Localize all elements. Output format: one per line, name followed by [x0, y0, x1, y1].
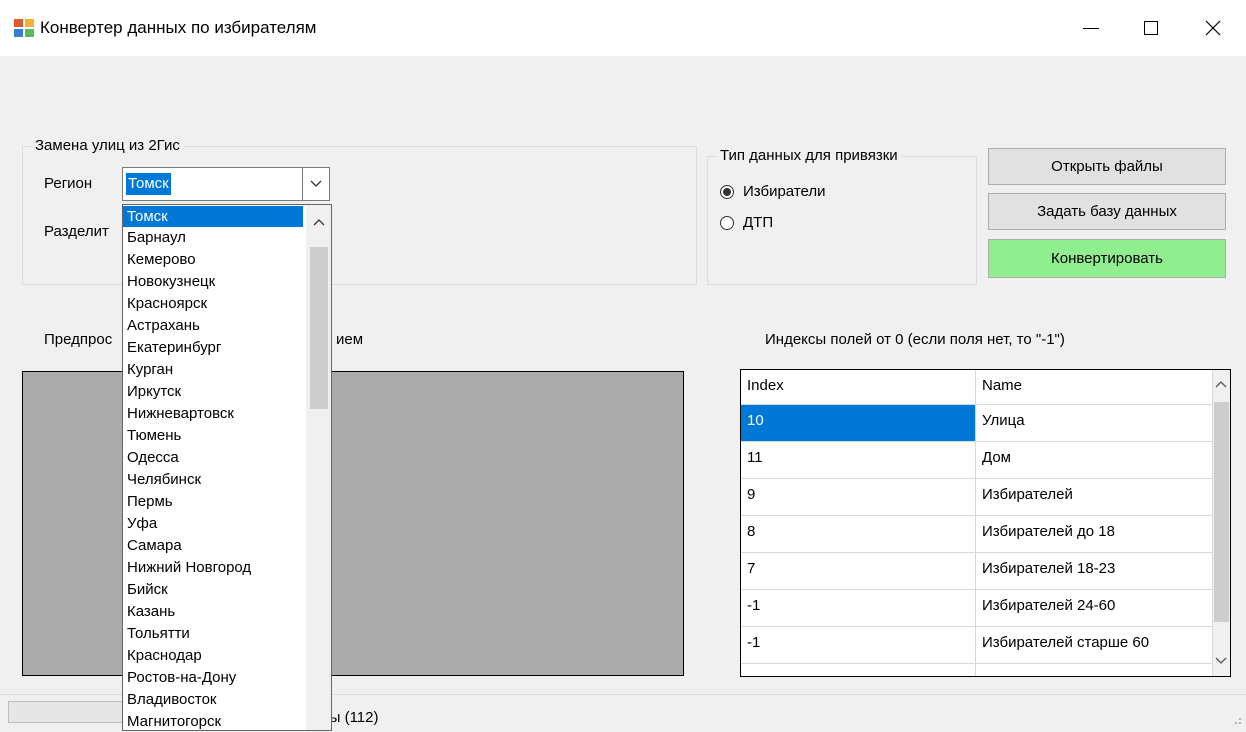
close-button[interactable] [1182, 0, 1244, 56]
open-files-button[interactable]: Открыть файлы [988, 148, 1226, 185]
grid-cell-name[interactable]: Дом [976, 442, 1213, 479]
radio-accidents[interactable] [720, 216, 734, 230]
window-title: Конвертер данных по избирателям [40, 18, 317, 37]
radio-checked-dot [723, 188, 731, 196]
dropdown-item[interactable]: Пермь [123, 491, 303, 512]
region-dropdown-list[interactable]: Томск Барнаул Кемерово Новокузнецк Красн… [122, 204, 332, 731]
chevron-down-icon[interactable] [1215, 657, 1227, 665]
radio-voters[interactable] [720, 185, 734, 199]
close-icon [1205, 20, 1221, 36]
region-label: Регион [44, 175, 93, 192]
minimize-icon [1083, 27, 1099, 29]
dropdown-scroll-up[interactable] [306, 205, 331, 239]
dropdown-item[interactable]: Краснодар [123, 645, 303, 666]
grid-cell-name[interactable]: Избирателей [976, 479, 1213, 516]
app-icon [14, 19, 34, 37]
separator-label: Разделит [44, 223, 109, 240]
dropdown-item[interactable]: Астрахань [123, 315, 303, 336]
region-combobox-value: Томск [126, 173, 171, 195]
dropdown-item[interactable]: Курган [123, 359, 303, 380]
convert-button[interactable]: Конвертировать [988, 239, 1226, 278]
resize-grip-icon[interactable] [1232, 716, 1242, 726]
dropdown-item[interactable]: Нижний Новгород [123, 557, 303, 578]
radio-accidents-label[interactable]: ДТП [743, 213, 773, 233]
grid-cell-name[interactable]: Избирателей 18-23 [976, 553, 1213, 590]
chevron-down-icon [310, 180, 322, 187]
grid-cell-name[interactable]: Избирателей до 18 [976, 516, 1213, 553]
grid-cell-index[interactable]: 8 [741, 516, 976, 553]
dropdown-item[interactable]: Новокузнецк [123, 271, 303, 292]
grid-cell-index[interactable]: -1 [741, 590, 976, 627]
minimize-button[interactable] [1060, 0, 1122, 56]
chevron-up-icon [313, 219, 324, 226]
maximize-button[interactable] [1120, 0, 1182, 56]
dropdown-item[interactable]: Ростов-на-Дону [123, 667, 303, 688]
dropdown-item[interactable]: Тюмень [123, 425, 303, 446]
dropdown-item[interactable]: Челябинск [123, 469, 303, 490]
grid-header-name[interactable]: Name [976, 370, 1213, 405]
dropdown-item[interactable]: Кемерово [123, 249, 303, 270]
dropdown-item[interactable]: Иркутск [123, 381, 303, 402]
grid-cell-index[interactable]: -1 [741, 627, 976, 664]
dropdown-item[interactable]: Самара [123, 535, 303, 556]
grid-cell-index[interactable]: 10 [741, 405, 976, 442]
grid-cell-name[interactable]: Избирателей старше 60 [976, 627, 1213, 664]
indexes-label: Индексы полей от 0 (если поля нет, то "-… [765, 331, 1065, 348]
grid-cell-name[interactable]: Улица [976, 405, 1213, 442]
grid-cell-index[interactable]: 9 [741, 479, 976, 516]
dropdown-item[interactable]: Тольятти [123, 623, 303, 644]
dropdown-item[interactable]: Владивосток [123, 689, 303, 710]
preview-label-tail: ием [336, 331, 364, 348]
dropdown-item[interactable]: Одесса [123, 447, 303, 468]
fields-index-grid[interactable]: Index Name 10 Улица 11 Дом 9 Избирателей… [740, 369, 1231, 677]
chevron-up-icon[interactable] [1215, 380, 1227, 388]
dropdown-item[interactable]: Казань [123, 601, 303, 622]
preview-label: Предпрос [44, 331, 113, 348]
grid-header-index[interactable]: Index [741, 370, 976, 405]
grid-cell-index[interactable]: 11 [741, 442, 976, 479]
streets-group-title: Замена улиц из 2Гис [31, 136, 184, 156]
dropdown-item[interactable]: Екатеринбург [123, 337, 303, 358]
data-type-group-title: Тип данных для привязки [716, 146, 902, 166]
dropdown-scrollbar-thumb[interactable] [310, 247, 328, 409]
dropdown-item[interactable]: Нижневартовск [123, 403, 303, 424]
set-database-button[interactable]: Задать базу данных [988, 193, 1226, 230]
dropdown-item[interactable]: Магнитогорск [123, 711, 303, 730]
grid-cell-name[interactable]: Избирателей 24-60 [976, 590, 1213, 627]
dropdown-item[interactable]: Красноярск [123, 293, 303, 314]
dropdown-item[interactable]: Бийск [123, 579, 303, 600]
maximize-icon [1144, 21, 1158, 35]
grid-cell-index[interactable]: 7 [741, 553, 976, 590]
dropdown-item[interactable]: Томск [123, 206, 303, 227]
combobox-dropdown-button[interactable] [302, 168, 329, 200]
grid-cell-empty [976, 664, 1213, 676]
grid-scrollbar-thumb[interactable] [1214, 402, 1229, 622]
grid-cell-empty [741, 664, 976, 676]
dropdown-item[interactable]: Барнаул [123, 227, 303, 248]
radio-voters-label[interactable]: Избиратели [743, 182, 826, 202]
dropdown-item[interactable]: Уфа [123, 513, 303, 534]
region-combobox[interactable]: Томск [122, 167, 330, 201]
